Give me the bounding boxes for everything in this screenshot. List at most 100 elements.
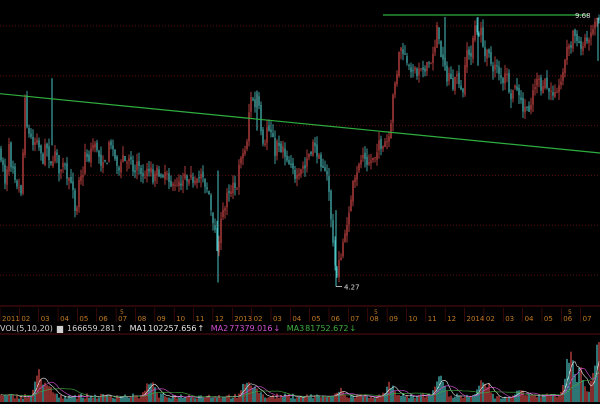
volume-bar	[310, 394, 312, 402]
candle-up	[250, 97, 252, 112]
candle-down	[28, 127, 30, 134]
candle-up	[92, 145, 94, 149]
candle-down	[484, 47, 486, 57]
candle-up	[44, 144, 46, 166]
candle-up	[24, 97, 26, 155]
candle-up	[276, 141, 278, 156]
time-label: 07	[350, 315, 359, 323]
candle-down	[158, 169, 160, 177]
volume-bar	[532, 395, 534, 402]
time-label: 05	[79, 315, 88, 323]
candle-down	[286, 155, 288, 161]
volume-bar	[568, 362, 570, 402]
candle-up	[362, 155, 364, 159]
volume-bar	[362, 396, 364, 402]
volume-bar	[446, 390, 448, 402]
candle-down	[270, 129, 272, 133]
volume-bar	[52, 392, 54, 402]
candle-up	[346, 225, 348, 236]
volume-bar	[270, 396, 272, 402]
volume-bar	[40, 379, 42, 402]
candle-up	[164, 171, 166, 180]
volume-bar	[420, 394, 422, 402]
time-label: 06	[99, 315, 108, 323]
volume-bar	[544, 395, 546, 402]
volume-bar	[404, 396, 406, 402]
ma3-label: MA3	[286, 324, 305, 333]
volume-bar	[304, 396, 306, 402]
volume-bar	[48, 386, 50, 402]
volume-bar	[390, 388, 392, 402]
volume-bar	[72, 397, 74, 402]
candle-up	[156, 167, 158, 176]
volume-bar	[264, 397, 266, 402]
volume-bar	[514, 394, 516, 402]
candle-up	[174, 184, 176, 186]
volume-bar	[214, 396, 216, 402]
candle-down	[152, 169, 154, 183]
candle-down	[160, 174, 162, 177]
candle-down	[402, 49, 404, 54]
candle-up	[220, 218, 222, 244]
volume-bar	[550, 394, 552, 402]
volume-bar	[108, 396, 110, 402]
candle-up	[190, 174, 192, 178]
time-label: 11	[428, 315, 437, 323]
candle-up	[108, 142, 110, 162]
candle-down	[64, 164, 66, 166]
volume-bar	[582, 379, 584, 402]
candle-down	[422, 67, 424, 70]
candle-down	[546, 77, 548, 88]
time-label: 05	[312, 315, 321, 323]
candle-down	[490, 52, 492, 64]
volume-bar	[80, 393, 82, 402]
candle-down	[518, 87, 520, 96]
volume-bar	[470, 396, 472, 402]
candle-down	[580, 41, 582, 49]
candle-up	[564, 59, 566, 74]
volume-bar	[456, 393, 458, 402]
candle-up	[588, 39, 590, 43]
candle-up	[436, 25, 438, 48]
volume-bar	[180, 394, 182, 402]
volume-bar	[284, 393, 286, 402]
candle-down	[260, 105, 262, 132]
volume-bar	[330, 396, 332, 402]
candle-up	[358, 164, 360, 171]
candle-up	[474, 25, 476, 40]
volume-bar	[190, 397, 192, 402]
candle-down	[438, 27, 440, 40]
candle-down	[202, 171, 204, 178]
volume-bar	[400, 395, 402, 402]
candle-down	[0, 148, 2, 161]
candle-up	[566, 46, 568, 61]
volume-bar	[498, 396, 500, 402]
time-label: 10	[176, 315, 185, 323]
candle-down	[332, 220, 334, 243]
volume-bar	[570, 351, 572, 402]
volume-bar	[406, 395, 408, 402]
kline-chart[interactable]: 555 9.684.27 2011 02 03 04 05 06 07 08 09 10 11 12 2…	[0, 0, 600, 404]
volume-bar	[224, 396, 226, 402]
candle-up	[184, 173, 186, 179]
volume-bar	[494, 398, 496, 402]
candle-down	[10, 142, 12, 168]
candle-up	[242, 153, 244, 159]
candle-down	[570, 45, 572, 48]
volume-bar	[184, 397, 186, 402]
candle-up	[524, 106, 526, 113]
candle-down	[598, 17, 600, 20]
volume-bar	[540, 397, 542, 402]
candle-up	[466, 50, 468, 68]
candle-down	[16, 180, 18, 187]
volume-bar	[18, 398, 20, 402]
volume-bar	[2, 395, 4, 402]
volume-bar	[156, 392, 158, 402]
candle-up	[68, 177, 70, 182]
candle-up	[506, 73, 508, 75]
candle-up	[382, 146, 384, 150]
volume-bar	[162, 393, 164, 402]
volume-bar	[22, 398, 24, 402]
volume-bar	[548, 396, 550, 402]
volume-bar	[452, 397, 454, 402]
